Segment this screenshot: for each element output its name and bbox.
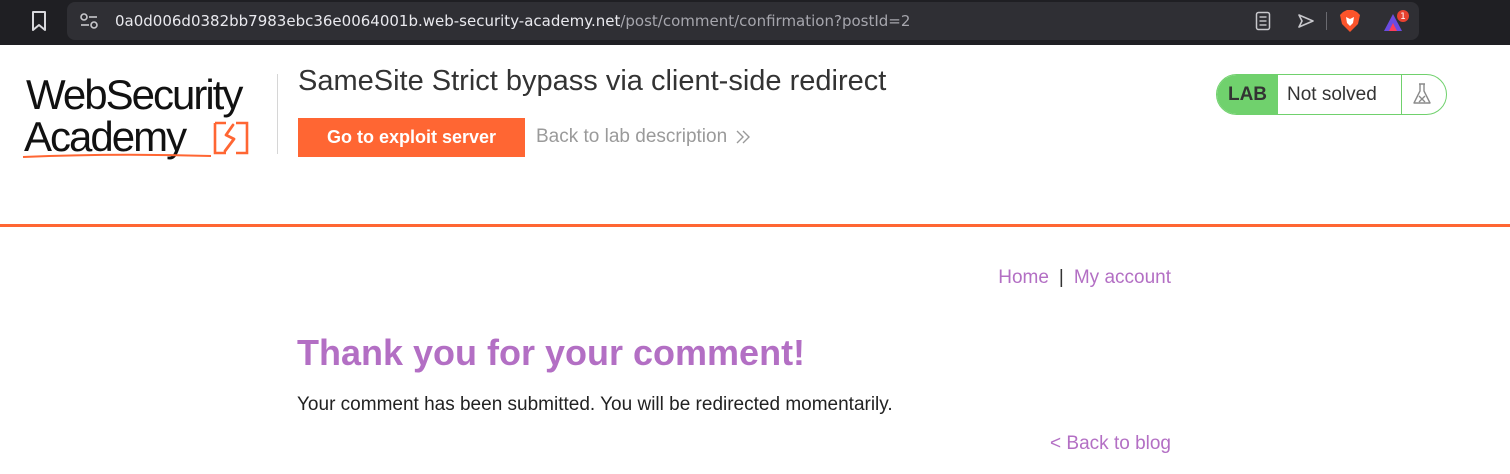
brave-rewards-icon[interactable]: 1 (1381, 9, 1411, 35)
lightning-bolt-icon (213, 121, 249, 155)
url-text: 0a0d006d0382bb7983ebc36e0064001b.web-sec… (115, 12, 910, 30)
top-navigation: Home | My account (998, 267, 1171, 289)
browser-toolbar: 0a0d006d0382bb7983ebc36e0064001b.web-sec… (0, 0, 1510, 45)
nav-separator: | (1058, 267, 1064, 288)
lab-status-text: Not solved (1287, 84, 1377, 105)
home-link[interactable]: Home (998, 267, 1049, 288)
confirmation-message: Your comment has been submitted. You wil… (297, 394, 893, 415)
web-security-academy-logo[interactable]: WebSecurity Academy (22, 70, 274, 162)
double-chevron-right-icon (736, 130, 751, 144)
brave-shield-icon[interactable] (1339, 9, 1361, 33)
my-account-link[interactable]: My account (1074, 267, 1171, 288)
back-to-lab-label: Back to lab description (536, 126, 728, 147)
header-divider (277, 74, 278, 154)
notification-count: 1 (1400, 12, 1406, 22)
exploit-server-button[interactable]: Go to exploit server (298, 118, 525, 157)
back-to-blog-link[interactable]: < Back to blog (1050, 433, 1171, 455)
lab-status-separator (1401, 75, 1402, 114)
lab-status-widget: LAB Not solved (1216, 74, 1447, 115)
address-bar[interactable]: 0a0d006d0382bb7983ebc36e0064001b.web-sec… (67, 2, 1419, 40)
lab-badge: LAB (1217, 75, 1278, 114)
confirmation-heading: Thank you for your comment! (297, 332, 806, 373)
url-path: /post/comment/confirmation?postId=2 (620, 12, 911, 30)
logo-underline (22, 153, 212, 158)
back-to-lab-description-link[interactable]: Back to lab description (536, 126, 751, 148)
url-host: 0a0d006d0382bb7983ebc36e0064001b.web-sec… (115, 12, 621, 30)
reader-mode-icon[interactable] (1255, 11, 1271, 31)
toolbar-divider (1326, 12, 1327, 30)
lab-title: SameSite Strict bypass via client-side r… (298, 65, 887, 97)
logo-text-line1: WebSecurity (26, 71, 243, 118)
site-info-icon[interactable] (79, 12, 99, 30)
send-icon[interactable] (1297, 13, 1315, 29)
header-separator-rule (0, 224, 1510, 227)
flask-icon (1413, 83, 1431, 104)
bookmark-icon[interactable] (30, 10, 48, 32)
